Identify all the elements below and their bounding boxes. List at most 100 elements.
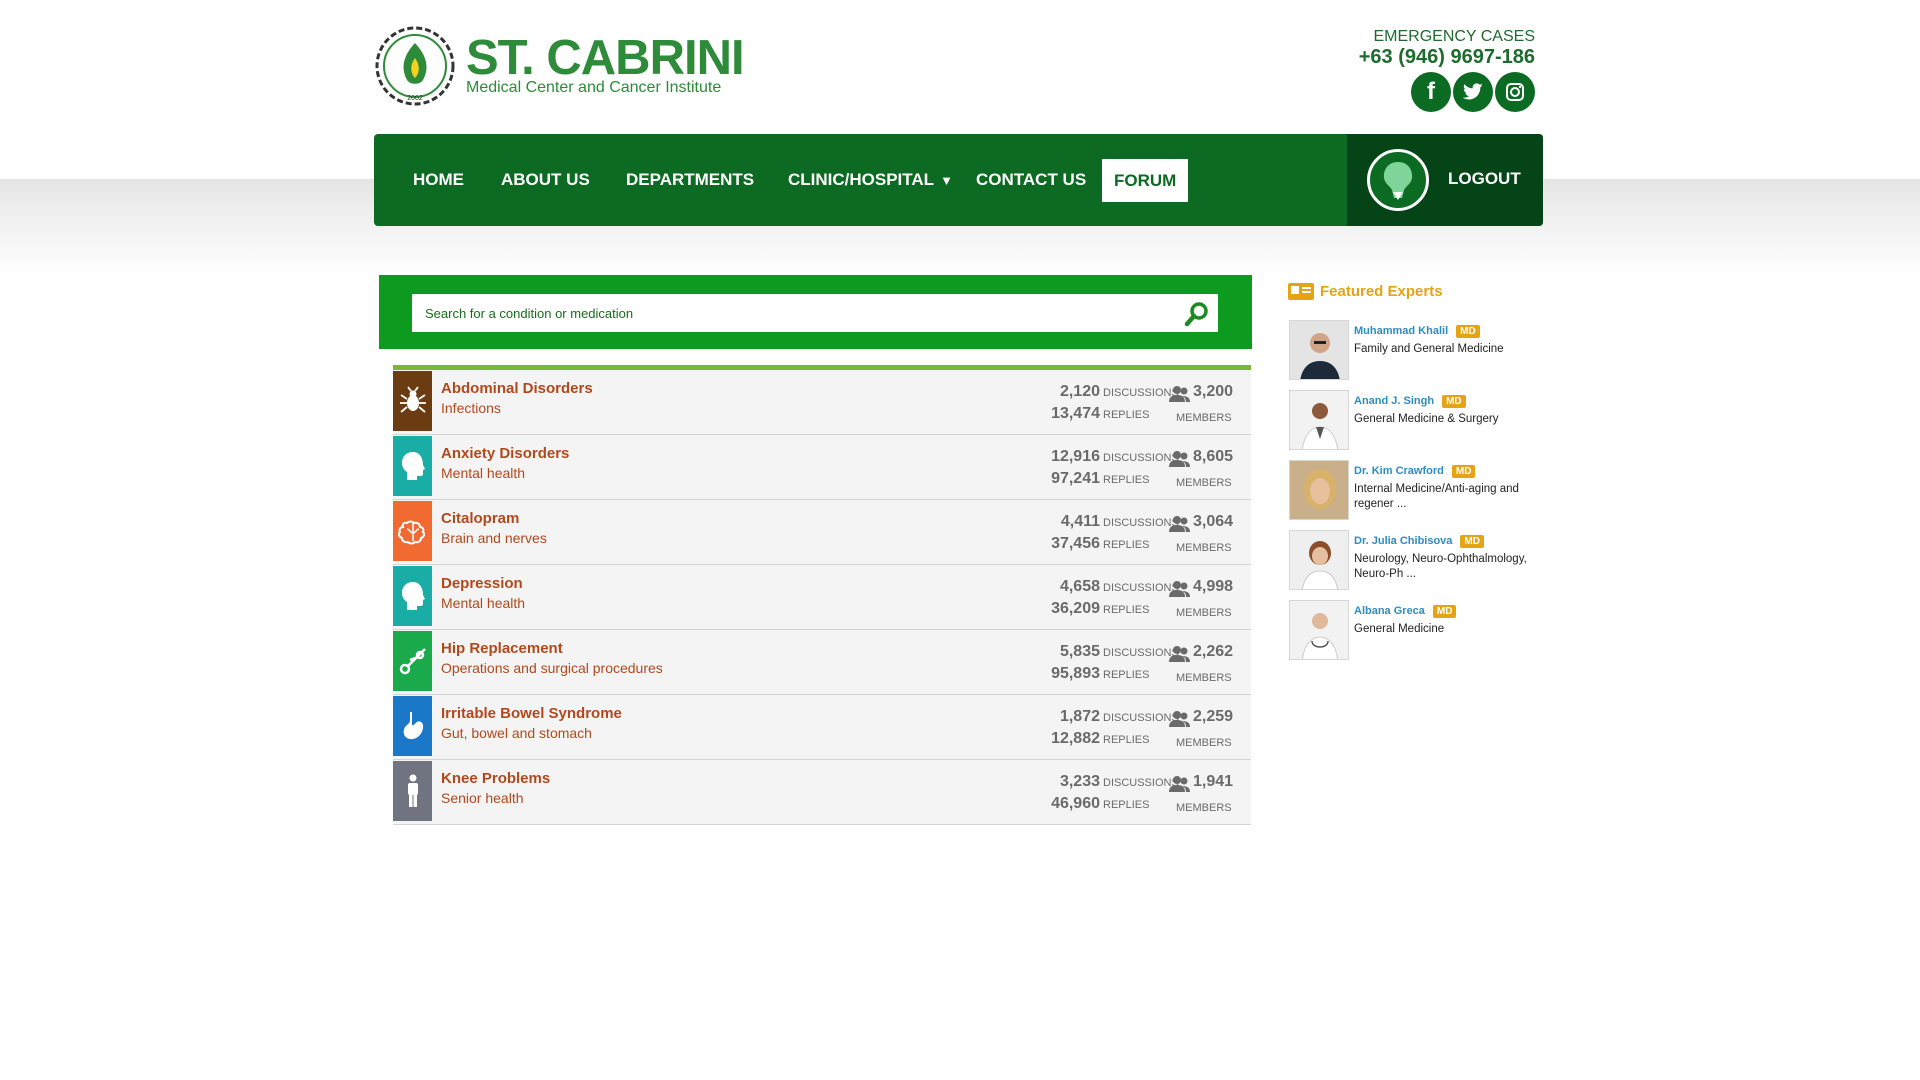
expert-name[interactable]: Muhammad Khalil MD bbox=[1354, 325, 1480, 338]
topic-row[interactable]: Hip Replacement Operations and surgical … bbox=[393, 630, 1251, 695]
md-badge: MD bbox=[1460, 535, 1484, 548]
brand-name: ST. CABRINI bbox=[466, 31, 745, 85]
instagram-icon[interactable] bbox=[1495, 72, 1535, 112]
expert-photo bbox=[1289, 390, 1349, 450]
expert-card[interactable]: Anand J. Singh MD General Medicine & Surg… bbox=[1289, 390, 1549, 452]
featured-experts-title: Featured Experts bbox=[1320, 282, 1443, 300]
discussion-count: 12,916 DISCUSSIONS bbox=[1051, 448, 1179, 465]
brain-icon bbox=[393, 501, 432, 561]
topic-category: Mental health bbox=[441, 465, 526, 481]
expert-name[interactable]: Dr. Kim Crawford MD bbox=[1354, 465, 1476, 478]
topic-category: Infections bbox=[441, 400, 501, 416]
expert-specialty: General Medicine bbox=[1354, 623, 1445, 635]
members-label: MEMBERS bbox=[1176, 737, 1232, 749]
nav-about[interactable]: ABOUT US bbox=[501, 134, 590, 226]
facebook-icon[interactable]: f bbox=[1411, 72, 1451, 112]
bug-icon bbox=[393, 371, 432, 431]
topic-row[interactable]: Citalopram Brain and nerves 4,411 DISCUSS… bbox=[393, 500, 1251, 565]
reply-count: 12,882 REPLIES bbox=[1051, 730, 1150, 747]
expert-specialty: Internal Medicine/Anti-aging and regener… bbox=[1354, 483, 1519, 510]
members-icon bbox=[1169, 451, 1190, 467]
expert-card[interactable]: Muhammad Khalil MD Family and General Med… bbox=[1289, 320, 1549, 382]
experts-card-icon bbox=[1288, 283, 1314, 300]
members-label: MEMBERS bbox=[1176, 477, 1232, 489]
search-icon[interactable] bbox=[1184, 301, 1210, 327]
discussion-count: 4,658 DISCUSSIONS bbox=[1059, 578, 1179, 595]
expert-card[interactable]: Dr. Kim Crawford MD Internal Medicine/Ant… bbox=[1289, 460, 1549, 522]
nav-departments[interactable]: DEPARTMENTS bbox=[626, 134, 754, 226]
member-count: 2,259 bbox=[1193, 708, 1234, 725]
nav-contact[interactable]: CONTACT US bbox=[976, 134, 1086, 226]
topic-row[interactable]: Knee Problems Senior health 3,233 DISCUSS… bbox=[393, 760, 1251, 825]
topic-category: Mental health bbox=[441, 595, 526, 611]
expert-card[interactable]: Albana Greca MD General Medicine bbox=[1289, 600, 1549, 662]
reply-count: 95,893 REPLIES bbox=[1051, 665, 1150, 682]
topic-title[interactable]: Depression bbox=[441, 575, 523, 592]
md-badge: MD bbox=[1432, 605, 1457, 618]
expert-name[interactable]: Dr. Julia Chibisova MD bbox=[1354, 535, 1484, 548]
topic-category: Brain and nerves bbox=[441, 530, 547, 546]
search-input[interactable] bbox=[412, 294, 1172, 332]
head-icon bbox=[393, 566, 432, 626]
twitter-icon[interactable] bbox=[1453, 72, 1493, 112]
emergency-label: EMERGENCY CASES bbox=[1373, 28, 1535, 45]
topic-category: Senior health bbox=[441, 790, 524, 806]
topic-row[interactable]: Depression Mental health 4,658 DISCUSSION… bbox=[393, 565, 1251, 630]
topic-list: Abdominal Disorders Infections 2,120 DISC… bbox=[393, 365, 1251, 825]
reply-count: 37,456 REPLIES bbox=[1051, 535, 1150, 552]
member-count: 3,064 bbox=[1193, 513, 1234, 530]
nav-home[interactable]: HOME bbox=[413, 134, 464, 226]
topic-row[interactable]: Irritable Bowel Syndrome Gut, bowel and … bbox=[393, 695, 1251, 760]
person-icon bbox=[393, 761, 432, 821]
discussion-count: 2,120 DISCUSSIONS bbox=[1059, 383, 1179, 400]
svg-text:2002: 2002 bbox=[407, 95, 423, 102]
expert-photo bbox=[1289, 460, 1349, 520]
md-badge: MD bbox=[1456, 325, 1480, 338]
reply-count: 97,241 REPLIES bbox=[1051, 470, 1150, 487]
expert-specialty: Neurology, Neuro-Ophthalmology, Neuro-Ph… bbox=[1354, 553, 1527, 580]
topic-title[interactable]: Irritable Bowel Syndrome bbox=[441, 705, 622, 722]
members-icon bbox=[1169, 711, 1190, 727]
nav-clinic-hospital[interactable]: CLINIC/HOSPITAL ▼ bbox=[788, 134, 953, 226]
topic-title[interactable]: Citalopram bbox=[441, 510, 519, 527]
reply-count: 13,474 REPLIES bbox=[1051, 405, 1150, 422]
brand-subtitle: Medical Center and Cancer Institute bbox=[466, 79, 722, 96]
logout-panel[interactable]: LOGOUT bbox=[1347, 134, 1543, 226]
nav-forum[interactable]: FORUM bbox=[1102, 159, 1189, 202]
expert-name[interactable]: Albana Greca MD bbox=[1354, 605, 1457, 618]
member-count: 1,941 bbox=[1193, 773, 1234, 790]
expert-photo bbox=[1289, 530, 1349, 590]
search-panel bbox=[379, 275, 1252, 349]
chevron-down-icon: ▼ bbox=[940, 172, 953, 188]
reply-count: 46,960 REPLIES bbox=[1051, 795, 1150, 812]
expert-card[interactable]: Dr. Julia Chibisova MD Neurology, Neuro-O… bbox=[1289, 530, 1549, 592]
discussion-count: 3,233 DISCUSSIONS bbox=[1059, 773, 1179, 790]
member-count: 4,998 bbox=[1193, 578, 1234, 595]
members-icon bbox=[1169, 581, 1190, 597]
members-icon bbox=[1169, 646, 1190, 662]
expert-name[interactable]: Anand J. Singh MD bbox=[1354, 395, 1466, 408]
logout-button[interactable]: LOGOUT bbox=[1448, 169, 1521, 189]
md-badge: MD bbox=[1442, 395, 1466, 408]
emergency-phone: +63 (946) 9697-186 bbox=[1358, 46, 1535, 68]
reply-count: 36,209 REPLIES bbox=[1051, 600, 1150, 617]
members-label: MEMBERS bbox=[1176, 607, 1232, 619]
topic-row[interactable]: Anxiety Disorders Mental health 12,916 DI… bbox=[393, 435, 1251, 500]
topic-category: Operations and surgical procedures bbox=[441, 660, 663, 676]
members-icon bbox=[1169, 516, 1190, 532]
discussion-count: 1,872 DISCUSSIONS bbox=[1059, 708, 1179, 725]
member-count: 8,605 bbox=[1193, 448, 1234, 465]
stomach-icon bbox=[393, 696, 432, 756]
topic-title[interactable]: Anxiety Disorders bbox=[441, 445, 569, 462]
cabrini-logo: 2002 bbox=[375, 26, 455, 106]
member-count: 2,262 bbox=[1193, 643, 1234, 660]
topic-title[interactable]: Abdominal Disorders bbox=[441, 380, 593, 397]
members-label: MEMBERS bbox=[1176, 412, 1232, 424]
expert-specialty: Family and General Medicine bbox=[1354, 343, 1504, 355]
nav-clinic-label: CLINIC/HOSPITAL bbox=[788, 170, 935, 189]
user-avatar bbox=[1367, 149, 1429, 211]
topic-row[interactable]: Abdominal Disorders Infections 2,120 DISC… bbox=[393, 370, 1251, 435]
topic-title[interactable]: Knee Problems bbox=[441, 770, 550, 787]
members-icon bbox=[1169, 386, 1190, 402]
topic-title[interactable]: Hip Replacement bbox=[441, 640, 563, 657]
